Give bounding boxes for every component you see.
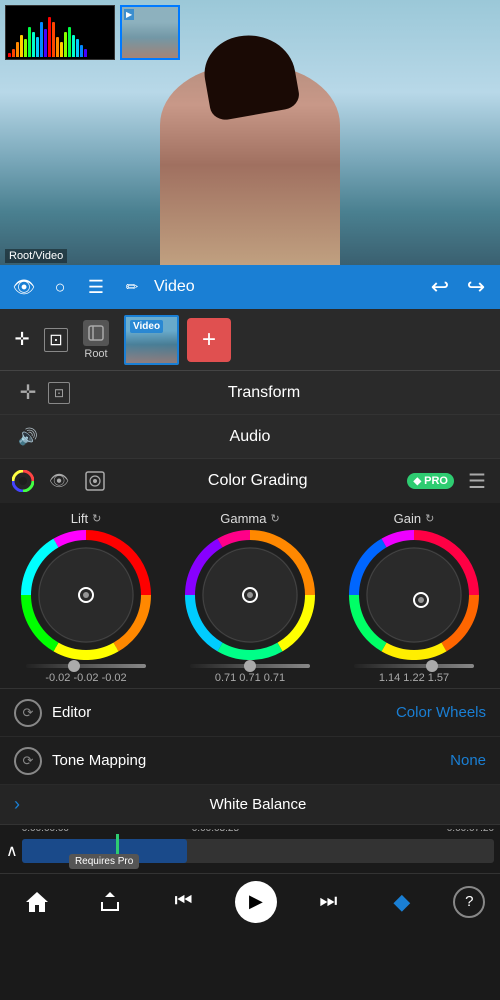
timeline-track[interactable]: 0:00:00:00 0:00:03:25 0:00:07:20 Require…	[22, 839, 494, 863]
color-wheels-container: Lift ↻	[0, 503, 500, 688]
ts-mid: 0:00:03:25	[192, 829, 239, 834]
pencil-icon[interactable]: ✏	[118, 273, 146, 301]
lift-values: -0.02 -0.02 -0.02	[45, 672, 126, 684]
clip-type-label: Video	[130, 320, 163, 333]
gamma-slider-thumb	[244, 660, 256, 672]
top-toolbar: 👁 ○ ☰ ✏ Video ↩ ↪	[0, 265, 500, 309]
root-item[interactable]: Root	[76, 320, 116, 360]
prev-frame-button[interactable]: ⏮	[162, 880, 206, 924]
move-icon: ✛	[14, 379, 42, 407]
root-label: Root	[84, 348, 107, 360]
editor-row[interactable]: ⟳ Editor Color Wheels	[0, 689, 500, 737]
gain-header: Gain ↻	[394, 511, 435, 526]
cg-eye-icon[interactable]: 👁	[46, 468, 72, 494]
ts-start: 0:00:00:00	[22, 829, 69, 834]
gain-wheel-group: Gain ↻	[339, 511, 489, 684]
clip-thumbnail: ▶	[120, 5, 180, 60]
lift-reset-icon[interactable]: ↻	[92, 512, 101, 525]
tone-mapping-row[interactable]: ⟳ Tone Mapping None	[0, 737, 500, 785]
help-button[interactable]: ?	[453, 886, 485, 918]
gamma-slider-row: 0.71 0.71 0.71	[185, 664, 315, 684]
cg-header: 👁 Color Grading ◆ PRO ☰	[0, 459, 500, 503]
diamond-button[interactable]: ◆	[380, 880, 424, 924]
transform-section[interactable]: ✛ ⊡ Transform	[0, 371, 500, 415]
circle-icon[interactable]: ○	[46, 273, 74, 301]
lift-slider[interactable]	[26, 664, 146, 668]
copy-icon: ⊡	[48, 382, 70, 404]
pro-badge[interactable]: ◆ PRO	[407, 473, 454, 489]
editor-circle-icon: ⟳	[14, 699, 42, 727]
requires-pro-badge: Requires Pro	[69, 854, 139, 869]
wb-chevron-icon: ›	[14, 794, 20, 815]
lift-wheel-group: Lift ↻	[11, 511, 161, 684]
cg-menu-icon[interactable]: ☰	[464, 468, 490, 494]
duplicate-icon[interactable]: ⊡	[44, 328, 68, 352]
gain-reset-icon[interactable]: ↻	[425, 512, 434, 525]
lift-header: Lift ↻	[71, 511, 102, 526]
transform-label: Transform	[76, 384, 452, 402]
share-button[interactable]	[88, 880, 132, 924]
audio-icon: 🔊	[14, 423, 42, 451]
root-icon	[83, 320, 109, 346]
waveform-display	[5, 5, 115, 60]
menu-icon[interactable]: ☰	[82, 273, 110, 301]
move-tool-icon[interactable]: ✛	[8, 326, 36, 354]
eye-icon[interactable]: 👁	[10, 273, 38, 301]
tone-mapping-label: Tone Mapping	[52, 752, 450, 769]
gain-slider-thumb	[426, 660, 438, 672]
bottom-nav: ⏮ ▶ ⏭ ◆ ?	[0, 873, 500, 929]
gamma-label: Gamma	[220, 511, 266, 526]
color-wheel-icon[interactable]	[10, 468, 36, 494]
audio-section[interactable]: 🔊 Audio	[0, 415, 500, 459]
next-frame-button[interactable]: ⏭	[306, 880, 350, 924]
lift-label: Lift	[71, 511, 88, 526]
white-balance-label: White Balance	[30, 796, 486, 813]
section-label: Video	[154, 278, 195, 296]
play-button[interactable]: ▶	[235, 881, 277, 923]
gain-slider-row: 1.14 1.22 1.57	[349, 664, 479, 684]
diamond-icon: ◆	[413, 476, 421, 487]
lift-slider-thumb	[68, 660, 80, 672]
clip-track: ✛ ⊡ Root Video +	[0, 309, 500, 371]
gain-label: Gain	[394, 511, 421, 526]
redo-button[interactable]: ↪	[462, 273, 490, 301]
gamma-slider[interactable]	[190, 664, 310, 668]
white-balance-row[interactable]: › White Balance	[0, 785, 500, 825]
gamma-reset-icon[interactable]: ↻	[271, 512, 280, 525]
gamma-wheel[interactable]	[185, 530, 315, 660]
tone-mapping-icon: ⟳	[14, 747, 42, 775]
timeline-bar: ∧ 0:00:00:00 0:00:03:25 0:00:07:20 Requi…	[0, 829, 500, 873]
video-clip[interactable]: Video	[124, 315, 179, 365]
gamma-wheel-group: Gamma ↻	[175, 511, 325, 684]
gamma-header: Gamma ↻	[220, 511, 279, 526]
undo-button[interactable]: ↩	[426, 273, 454, 301]
editor-row-label: Editor	[52, 704, 396, 721]
video-path-label: Root/Video	[5, 249, 67, 263]
tone-mapping-value: None	[450, 752, 486, 769]
timeline-section: ∧ 0:00:00:00 0:00:03:25 0:00:07:20 Requi…	[0, 825, 500, 873]
gain-slider[interactable]	[354, 664, 474, 668]
pro-label: PRO	[424, 475, 448, 487]
lift-wheel[interactable]	[21, 530, 151, 660]
video-preview: ▶ Root/Video	[0, 0, 500, 265]
home-button[interactable]	[15, 880, 59, 924]
color-grading-panel: 👁 Color Grading ◆ PRO ☰ Lift ↻	[0, 459, 500, 689]
editor-row-value: Color Wheels	[396, 704, 486, 721]
ts-end: 0:00:07:20	[447, 829, 494, 834]
gain-wheel[interactable]	[349, 530, 479, 660]
audio-label: Audio	[48, 428, 452, 446]
timeline-collapse-icon[interactable]: ∧	[6, 841, 18, 861]
gamma-values: 0.71 0.71 0.71	[215, 672, 285, 684]
cg-scope-icon[interactable]	[82, 468, 108, 494]
gain-values: 1.14 1.22 1.57	[379, 672, 449, 684]
add-clip-button[interactable]: +	[187, 318, 231, 362]
lift-slider-row: -0.02 -0.02 -0.02	[21, 664, 151, 684]
cg-title: Color Grading	[118, 472, 397, 490]
